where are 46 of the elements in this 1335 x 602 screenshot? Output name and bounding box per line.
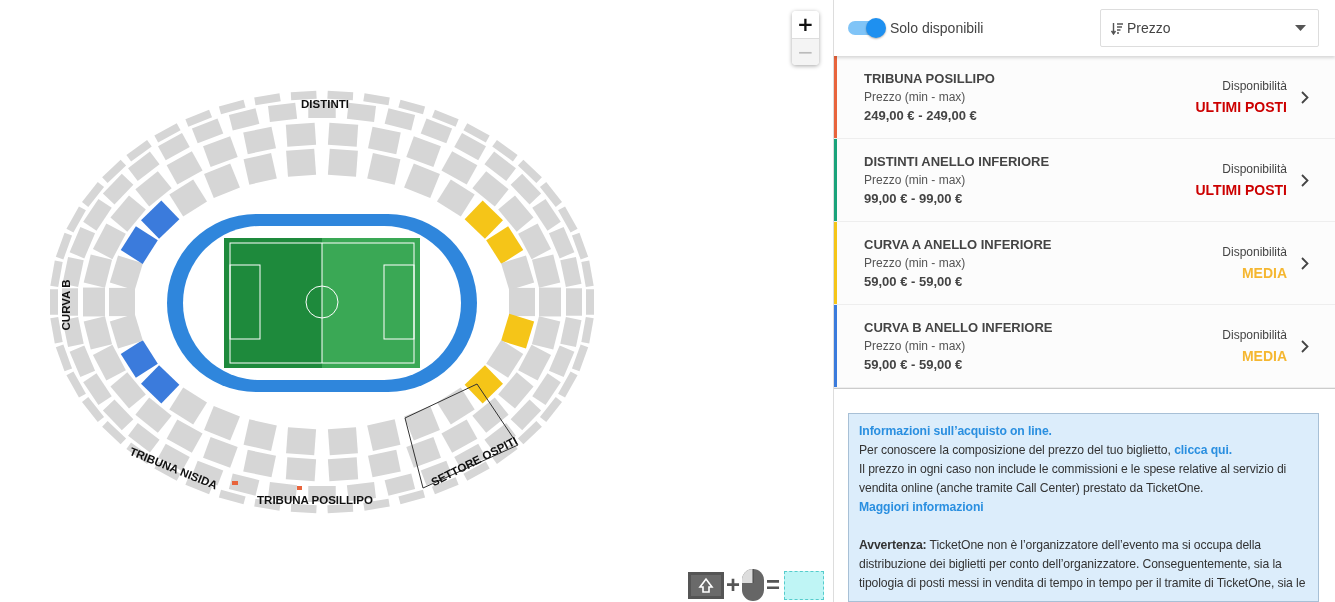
sort-icon — [1111, 21, 1123, 35]
chevron-right-icon — [1301, 90, 1309, 104]
section-label: TRIBUNA POSILLIPO — [257, 494, 373, 506]
chevron-right-icon — [1301, 173, 1309, 187]
info-paragraph: Il prezzo in ogni caso non include le commissioni e le spese relative al servizio di vendita online (anche tramite Call Center) prestato da TicketOne. Maggiori informazioni — [859, 461, 1288, 516]
section-name: DISTINTI ANELLO INFERIORE — [864, 154, 1051, 169]
caret-icon — [1295, 25, 1306, 31]
toggle-label: Solo disponibili — [890, 20, 984, 36]
plus-sign: + — [726, 573, 740, 597]
section-row[interactable]: CURVA B ANELLO INFERIORE Prezzo (min - max) 59,00 € - 59,00 € Disponibilità MEDIA — [834, 305, 1335, 388]
price-label: Prezzo (min - max) — [864, 90, 967, 104]
price-label: Prezzo (min - max) — [864, 173, 967, 187]
zoom-in-button[interactable]: + — [792, 11, 819, 38]
section-name: CURVA A ANELLO INFERIORE — [864, 237, 1053, 252]
sort-select[interactable]: Prezzo — [1100, 9, 1319, 47]
price-range: 59,00 € - 59,00 € — [864, 357, 964, 372]
shift-key-icon — [688, 571, 724, 599]
section-name: TRIBUNA POSILLIPO — [864, 71, 996, 86]
availability-label: Disponibilità — [1222, 245, 1287, 259]
availability-label: Disponibilità — [1222, 328, 1287, 342]
mouse-icon — [742, 569, 764, 601]
warning-paragraph: Avvertenza: TicketOne non è l’organizzatore dell’evento ma si occupa della distribuzione dei biglietti per conto dell’organizzatore. Conseguentemente, sia la tipologia di posti messi in vendita di tempo in tempo per il tramite di TicketOne, sia le — [859, 537, 1307, 592]
price-label: Prezzo (min - max) — [864, 339, 967, 353]
availability-status: ULTIMI POSTI — [1195, 182, 1287, 198]
section-row[interactable]: DISTINTI ANELLO INFERIORE Prezzo (min - max) 99,00 € - 99,00 € Disponibilità ULTIMI POSTI — [834, 139, 1335, 222]
selection-area-icon — [784, 570, 825, 600]
price-range: 59,00 € - 59,00 € — [864, 274, 964, 289]
section-row[interactable]: TRIBUNA POSILLIPO Prezzo (min - max) 249,00 € - 249,00 € Disponibilità ULTIMI POSTI — [834, 56, 1335, 139]
info-title: Informazioni sull’acquisto on line. — [859, 423, 1053, 440]
price-label: Prezzo (min - max) — [864, 256, 967, 270]
availability-label: Disponibilità — [1222, 79, 1287, 93]
section-row[interactable]: CURVA A ANELLO INFERIORE Prezzo (min - max) 59,00 € - 59,00 € Disponibilità MEDIA — [834, 222, 1335, 305]
availability-status: ULTIMI POSTI — [1195, 99, 1287, 115]
availability-label: Disponibilità — [1222, 162, 1287, 176]
chevron-right-icon — [1301, 256, 1309, 270]
availability-status: MEDIA — [1241, 348, 1287, 364]
price-range: 99,00 € - 99,00 € — [864, 191, 964, 206]
availability-toggle[interactable] — [848, 21, 884, 35]
availability-status: MEDIA — [1241, 265, 1287, 281]
section-label: DISTINTI — [301, 98, 349, 110]
info-paragraph: Per conoscere la composizione del prezzo del tuo biglietto, clicca qui. — [859, 442, 1233, 459]
price-range: 249,00 € - 249,00 € — [864, 108, 978, 123]
equals-sign: = — [766, 573, 781, 597]
section-name: CURVA B ANELLO INFERIORE — [864, 320, 1054, 335]
chevron-right-icon — [1301, 339, 1309, 353]
section-label: CURVA B — [60, 279, 72, 331]
